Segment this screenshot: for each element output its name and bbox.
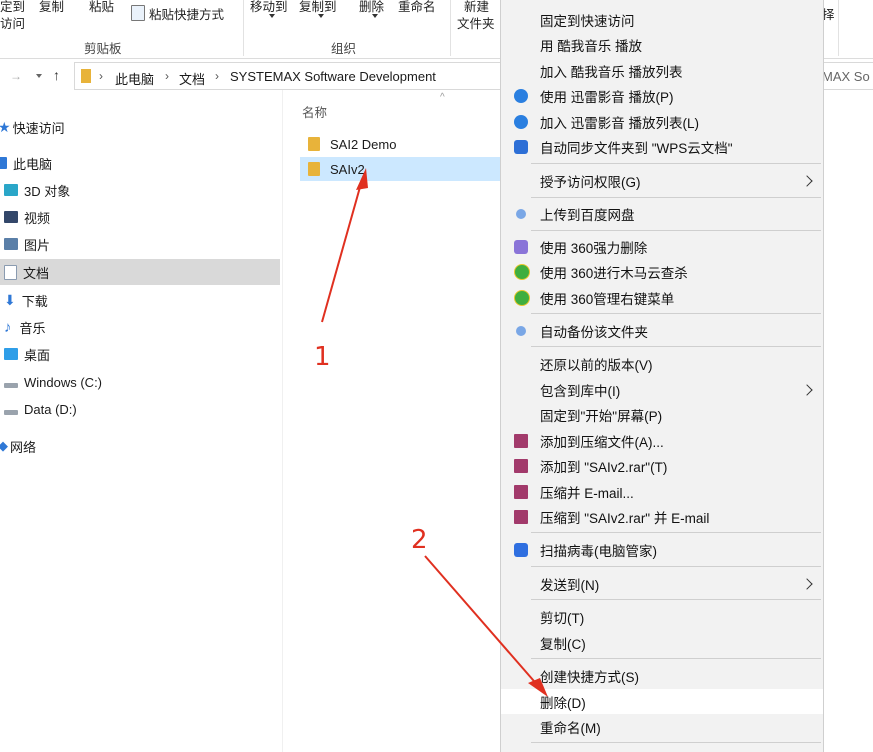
- annotation-step-2: 2: [411, 525, 428, 555]
- annotation-arrows: [321, 168, 548, 697]
- arrow-1-line: [321, 179, 363, 323]
- annotation-step-1: 1: [314, 342, 331, 372]
- arrow-1-head: [356, 168, 368, 190]
- arrow-2-head: [528, 678, 548, 697]
- arrow-2-line: [424, 555, 541, 689]
